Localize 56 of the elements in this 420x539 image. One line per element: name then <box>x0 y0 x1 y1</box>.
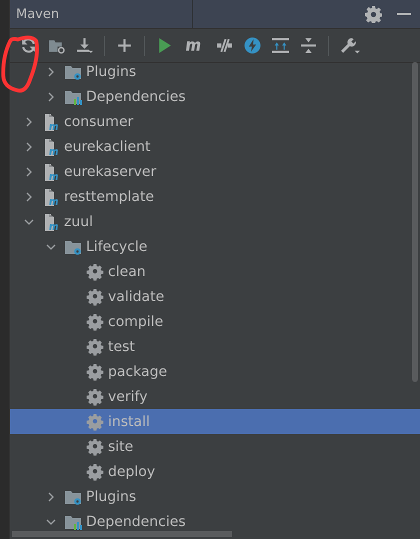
tree-row[interactable]: test <box>10 334 420 359</box>
lightning-icon[interactable] <box>244 37 261 54</box>
tree-row[interactable]: clean <box>10 259 420 284</box>
tree-row[interactable]: Dependencies <box>10 509 420 534</box>
tree-row[interactable]: Lifecycle <box>10 234 420 259</box>
tree-row[interactable]: deploy <box>10 459 420 484</box>
gear-icon <box>86 412 104 430</box>
chevron-right-icon[interactable] <box>24 116 34 126</box>
tree-row[interactable]: site <box>10 434 420 459</box>
chevron-right-icon[interactable] <box>24 166 34 176</box>
chevron-right-icon[interactable] <box>24 192 34 202</box>
gear-icon <box>86 288 104 306</box>
chevron-down-icon[interactable] <box>24 216 34 226</box>
refresh-icon[interactable] <box>20 37 37 54</box>
run-icon[interactable] <box>156 37 173 54</box>
chevron-right-icon[interactable] <box>46 92 56 102</box>
chevron-down-icon[interactable] <box>46 516 56 526</box>
show-dependencies-icon[interactable] <box>272 37 289 54</box>
vertical-scrollbar[interactable] <box>412 62 418 382</box>
settings-icon[interactable] <box>365 6 382 22</box>
tree-row[interactable]: resttemplate <box>10 184 420 209</box>
add-icon[interactable] <box>116 37 133 54</box>
chevron-right-icon[interactable] <box>46 492 56 502</box>
chevron-right-icon[interactable] <box>46 66 56 76</box>
gear-icon <box>86 312 104 330</box>
tree-row[interactable]: eurekaclient <box>10 134 420 159</box>
gear-icon <box>86 362 104 380</box>
tree-row[interactable]: zuul <box>10 209 420 234</box>
wrench-icon[interactable] <box>340 37 361 54</box>
horizontal-scrollbar[interactable] <box>12 531 232 537</box>
gear-icon <box>86 462 104 480</box>
tree-row[interactable]: compile <box>10 309 420 334</box>
chevron-down-icon[interactable] <box>46 242 56 252</box>
maven-module-icon <box>42 162 60 180</box>
tree-row[interactable]: Plugins <box>10 484 420 509</box>
tree-row[interactable]: eurekaserver <box>10 159 420 184</box>
collapse-all-icon[interactable] <box>300 37 317 54</box>
folder-refresh-icon[interactable] <box>48 37 65 54</box>
tree-row[interactable]: Dependencies <box>10 84 420 109</box>
tree-row[interactable]: Plugins <box>10 59 420 84</box>
window-title: Maven <box>16 6 60 22</box>
download-icon[interactable] <box>76 37 93 54</box>
toggle-offline-icon[interactable] <box>216 37 233 54</box>
maven-module-icon <box>42 212 60 230</box>
tree-row[interactable]: validate <box>10 284 420 309</box>
maven-module-icon <box>42 188 60 206</box>
maven-module-icon <box>42 112 60 130</box>
maven-module-icon <box>42 138 60 156</box>
gear-icon <box>86 438 104 456</box>
chevron-right-icon[interactable] <box>24 142 34 152</box>
gear-icon <box>86 388 104 406</box>
gear-icon <box>86 262 104 280</box>
tree-row[interactable]: package <box>10 359 420 384</box>
tree-row[interactable]: consumer <box>10 109 420 134</box>
gear-icon <box>86 338 104 356</box>
tree-row[interactable]: verify <box>10 384 420 409</box>
